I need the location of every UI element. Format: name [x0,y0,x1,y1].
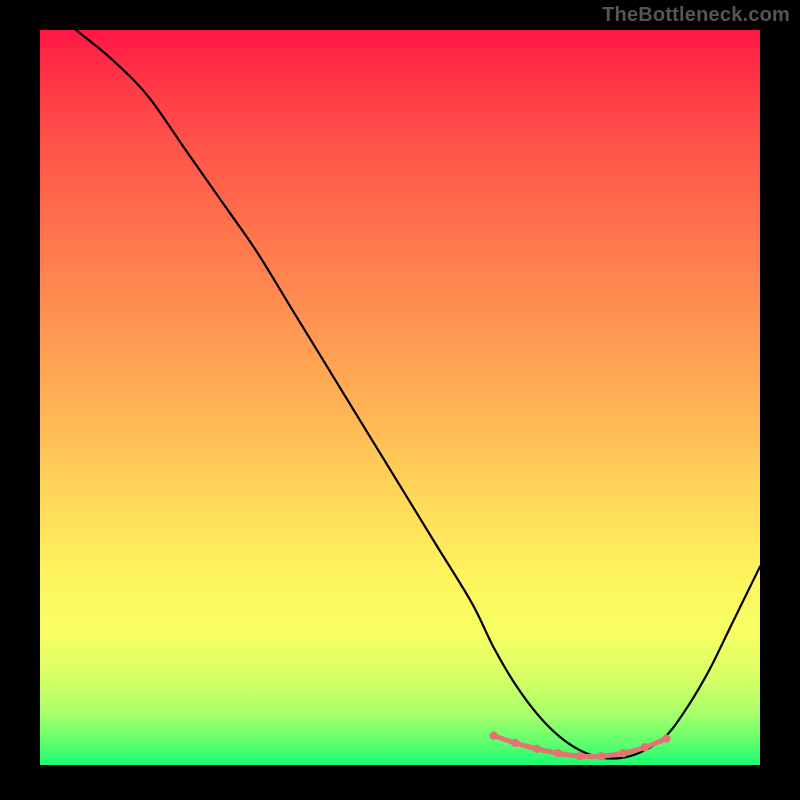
optimal-region-dot [554,749,562,757]
optimal-region-dot [511,739,519,747]
optimal-region-dots [489,731,670,760]
optimal-region-dot [662,734,670,742]
bottleneck-curve [76,30,760,759]
optimal-region-dot [619,749,627,757]
chart-svg [40,30,760,765]
optimal-region-dot [489,731,497,739]
optimal-region-dot [641,743,649,751]
plot-area [40,30,760,765]
optimal-region-dot [533,745,541,753]
optimal-region-dot [576,752,584,760]
watermark-text: TheBottleneck.com [602,4,790,27]
chart-frame: TheBottleneck.com [0,0,800,800]
optimal-region-dot [597,752,605,760]
